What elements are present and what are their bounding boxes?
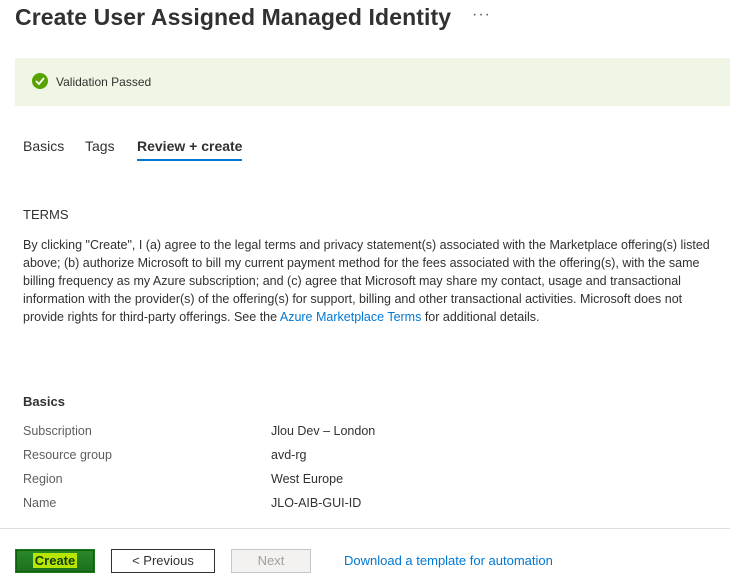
summary-row-resource-group: Resource group avd-rg [23, 448, 623, 466]
summary-row-region: Region West Europe [23, 472, 623, 490]
summary-value: JLO-AIB-GUI-ID [271, 496, 362, 510]
create-button[interactable]: Create [15, 549, 95, 573]
summary-row-subscription: Subscription Jlou Dev – London [23, 424, 623, 442]
next-button[interactable]: Next [231, 549, 311, 573]
more-options-button[interactable]: ··· [472, 6, 491, 24]
terms-heading: TERMS [23, 207, 69, 222]
marketplace-terms-link[interactable]: Azure Marketplace Terms [280, 310, 422, 324]
tab-tags[interactable]: Tags [85, 138, 115, 162]
checkmark-icon [32, 73, 48, 89]
create-button-label: Create [32, 553, 78, 568]
summary-label: Resource group [23, 448, 112, 462]
previous-button[interactable]: < Previous [111, 549, 215, 573]
validation-banner: Validation Passed [15, 58, 730, 106]
summary-value: West Europe [271, 472, 344, 486]
terms-body-end: for additional details. [421, 310, 540, 324]
summary-label: Region [23, 472, 63, 486]
summary-label: Name [23, 496, 57, 510]
summary-row-name: Name JLO-AIB-GUI-ID [23, 496, 623, 514]
tab-review-create[interactable]: Review + create [137, 138, 243, 162]
page-title: Create User Assigned Managed Identity [15, 4, 452, 30]
summary-value: Jlou Dev – London [271, 424, 376, 438]
validation-text: Validation Passed [56, 75, 152, 89]
summary-value: avd-rg [271, 448, 307, 462]
download-template-link[interactable]: Download a template for automation [344, 553, 553, 568]
summary-label: Subscription [23, 424, 92, 438]
tab-basics[interactable]: Basics [23, 138, 64, 162]
basics-heading: Basics [23, 394, 65, 409]
footer-divider [0, 528, 730, 529]
terms-text: By clicking "Create", I (a) agree to the… [23, 236, 713, 326]
